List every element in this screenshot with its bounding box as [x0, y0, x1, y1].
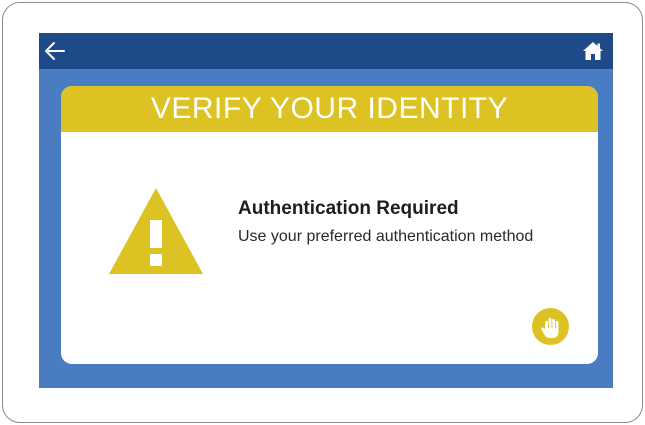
- home-icon: [583, 42, 603, 60]
- message-title: Authentication Required: [238, 198, 459, 219]
- warning-icon: [107, 186, 205, 276]
- card-title: VERIFY YOUR IDENTITY: [150, 92, 509, 125]
- message-body: Use your preferred authentication method: [238, 227, 534, 245]
- top-bar: [39, 33, 613, 69]
- verify-identity-card: VERIFY YOUR IDENTITY Authentication Requ…: [61, 86, 598, 364]
- card-header: VERIFY YOUR IDENTITY: [61, 86, 598, 132]
- screen: VERIFY YOUR IDENTITY Authentication Requ…: [39, 33, 613, 388]
- arrow-left-icon: [45, 42, 65, 60]
- authenticate-button[interactable]: [532, 308, 569, 345]
- home-button[interactable]: [579, 37, 607, 65]
- hand-touch-icon: [540, 317, 558, 338]
- message-block: Authentication Required Use your preferr…: [238, 198, 568, 248]
- back-button[interactable]: [41, 37, 69, 65]
- device-frame: VERIFY YOUR IDENTITY Authentication Requ…: [2, 2, 643, 423]
